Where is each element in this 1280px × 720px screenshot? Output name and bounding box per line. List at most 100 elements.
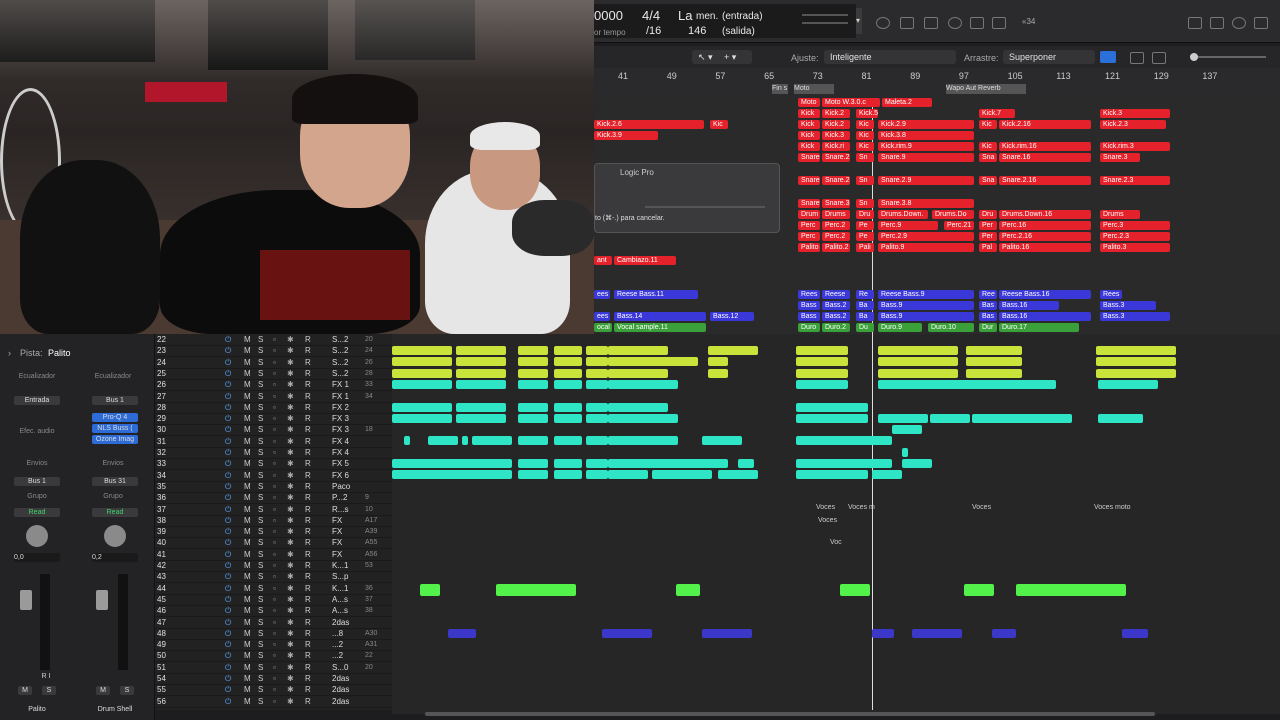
region[interactable]: Du	[856, 323, 874, 332]
region[interactable]	[456, 413, 506, 423]
track-name[interactable]: ...2	[332, 639, 362, 650]
track-header[interactable]: 43 ⏻ M S ▫ ✱ R S...p	[155, 571, 392, 584]
track-header[interactable]: 51 ⏻ M S ▫ ✱ R S...0 20	[155, 662, 392, 674]
solo-button[interactable]: S	[258, 650, 263, 661]
track-name[interactable]: FX 2	[332, 402, 362, 413]
input-slot[interactable]: Entrada	[14, 396, 60, 405]
region[interactable]	[456, 379, 506, 389]
lock-icon[interactable]: ▫	[273, 436, 276, 447]
solo-button[interactable]: S	[258, 684, 263, 695]
solo-button[interactable]: S	[258, 549, 263, 560]
mute-button[interactable]: M	[244, 684, 251, 695]
record-button[interactable]: R	[305, 413, 311, 424]
region[interactable]	[518, 436, 548, 446]
record-button[interactable]: R	[305, 391, 311, 402]
solo-button[interactable]: S	[258, 537, 263, 548]
region[interactable]	[404, 436, 410, 446]
region[interactable]: Perc.21	[944, 221, 974, 230]
region[interactable]	[586, 379, 608, 389]
track-header[interactable]: 33 ⏻ M S ▫ ✱ R FX 5	[155, 458, 392, 471]
region[interactable]: Drums	[1100, 210, 1140, 219]
send-slot-left[interactable]: Bus 1	[14, 477, 60, 486]
region[interactable]	[862, 459, 892, 468]
eq-label-left[interactable]: Ecualizador	[4, 373, 70, 380]
mute-button[interactable]: M	[244, 617, 251, 628]
mute-button[interactable]: M	[244, 458, 251, 469]
lock-icon[interactable]: ▫	[273, 413, 276, 424]
automation-read-left[interactable]: Read	[14, 508, 60, 517]
region[interactable]	[608, 346, 668, 355]
region[interactable]	[1002, 346, 1022, 355]
region[interactable]: Pe	[856, 221, 874, 230]
track-name[interactable]: 2das	[332, 696, 362, 707]
lock-icon[interactable]: ▫	[273, 662, 276, 673]
freeze-icon[interactable]: ✱	[287, 334, 294, 345]
track-name[interactable]: FX 3	[332, 413, 362, 424]
record-button[interactable]: R	[305, 628, 311, 639]
freeze-icon[interactable]: ✱	[287, 537, 294, 548]
record-button[interactable]: R	[305, 481, 311, 492]
power-icon[interactable]: ⏻	[225, 334, 231, 345]
track-header[interactable]: 55 ⏻ M S ▫ ✱ R 2das	[155, 684, 392, 697]
solo-button[interactable]: S	[258, 458, 263, 469]
pencil-tool[interactable]: + ▾	[718, 50, 752, 64]
track-name[interactable]: S...2	[332, 334, 362, 345]
region[interactable]: Palito.2	[822, 243, 850, 252]
mute-button[interactable]: M	[244, 345, 251, 356]
record-button[interactable]: R	[305, 662, 311, 673]
power-icon[interactable]: ⏻	[225, 650, 231, 661]
region[interactable]: Bas	[979, 301, 997, 310]
lock-icon[interactable]: ▫	[273, 605, 276, 616]
plugin-slot-3[interactable]: Ozone Imag	[92, 435, 138, 444]
region[interactable]: Moto W.3.0.c	[822, 98, 880, 107]
track-header[interactable]: 27 ⏻ M S ▫ ✱ R FX 1 34	[155, 391, 392, 403]
freeze-icon[interactable]: ✱	[287, 492, 294, 503]
region[interactable]	[708, 368, 728, 378]
region[interactable]	[518, 402, 548, 412]
region[interactable]	[1096, 357, 1176, 367]
region[interactable]: Snare.2.16	[999, 176, 1091, 185]
power-icon[interactable]: ⏻	[225, 639, 231, 650]
region[interactable]: Snare.3	[822, 199, 850, 208]
region[interactable]: ant	[594, 256, 612, 265]
solo-button[interactable]: S	[258, 379, 263, 390]
solo-button[interactable]: S	[258, 515, 263, 526]
solo-button-left[interactable]: S	[42, 686, 56, 695]
region[interactable]	[828, 346, 848, 355]
track-name[interactable]: S...p	[332, 571, 362, 582]
region[interactable]: Kick.2.3	[1100, 120, 1166, 129]
freeze-icon[interactable]: ✱	[287, 504, 294, 515]
region[interactable]	[586, 459, 608, 468]
track-header[interactable]: 41 ⏻ M S ▫ ✱ R FX A56	[155, 549, 392, 561]
mute-button[interactable]: M	[244, 379, 251, 390]
power-icon[interactable]: ⏻	[225, 537, 231, 548]
region[interactable]: ocal	[594, 323, 612, 332]
lock-icon[interactable]: ▫	[273, 458, 276, 469]
track-header[interactable]: 31 ⏻ M S ▫ ✱ R FX 4	[155, 436, 392, 448]
region[interactable]	[392, 470, 512, 480]
mute-button[interactable]: M	[244, 413, 251, 424]
mute-button[interactable]: M	[244, 357, 251, 368]
midi-region[interactable]	[964, 584, 994, 596]
region[interactable]	[608, 357, 698, 367]
logic-pro-dialog[interactable]: Logic Pro to (⌘-.) para cancelar.	[594, 163, 780, 233]
freeze-icon[interactable]: ✱	[287, 571, 294, 582]
midi-region[interactable]	[872, 629, 894, 638]
solo-button[interactable]: S	[258, 617, 263, 628]
power-icon[interactable]: ⏻	[225, 560, 231, 571]
mute-button[interactable]: M	[244, 639, 251, 650]
region[interactable]: Bass.16	[999, 301, 1059, 310]
track-header[interactable]: 39 ⏻ M S ▫ ✱ R FX A39	[155, 526, 392, 539]
snap-dropdown[interactable]: Inteligente	[824, 50, 956, 64]
track-name[interactable]: FX 6	[332, 470, 362, 481]
region[interactable]	[518, 368, 548, 378]
region[interactable]: Cambiazo.11	[614, 256, 676, 265]
region[interactable]: Perc.2	[822, 221, 850, 230]
region[interactable]: Kick.ri	[822, 142, 850, 151]
power-icon[interactable]: ⏻	[225, 470, 231, 481]
region[interactable]	[518, 379, 548, 389]
mute-button[interactable]: M	[244, 436, 251, 447]
region[interactable]	[1098, 413, 1143, 423]
region[interactable]: Bas	[979, 312, 997, 321]
region[interactable]	[586, 368, 608, 378]
